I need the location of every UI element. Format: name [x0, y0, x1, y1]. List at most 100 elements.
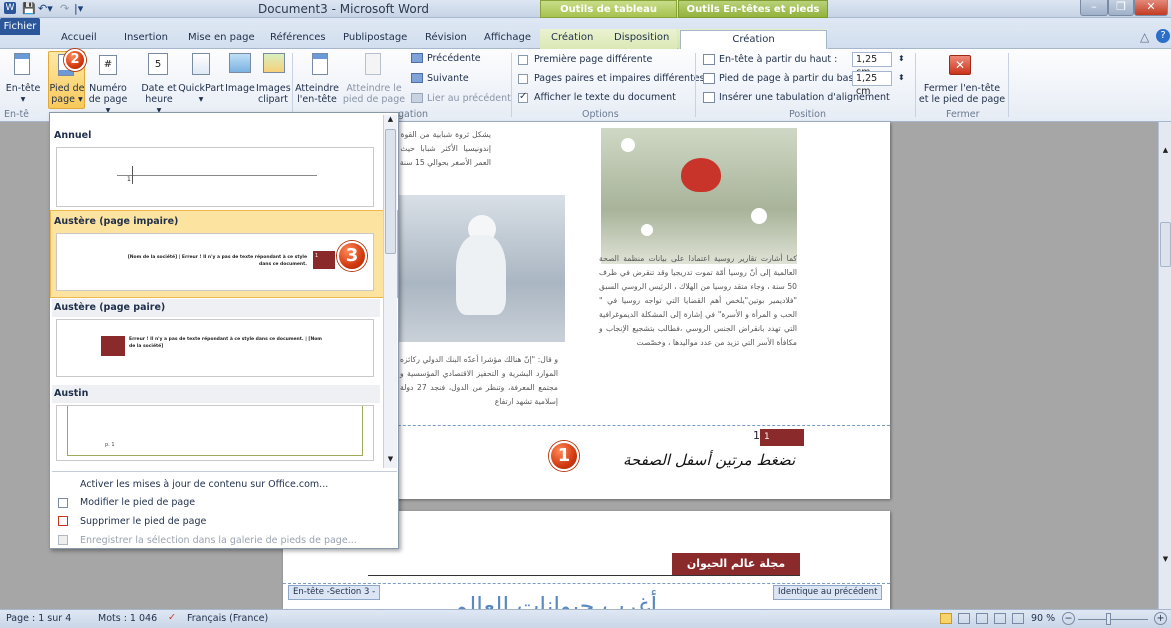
ribbon-tabs: Fichier Accueil Insertion Mise en page R…	[0, 18, 1171, 49]
quickpart-button[interactable]: QuickPart ▾	[178, 83, 224, 105]
tab-affichage[interactable]: Affichage	[484, 32, 531, 43]
close-hf-button[interactable]: Fermer l'en-tête et le pied de page	[918, 83, 1006, 105]
draft-icon[interactable]	[1012, 613, 1024, 624]
scroll-up-icon[interactable]: ▲	[385, 115, 396, 127]
previous-button[interactable]: Précédente	[427, 53, 481, 64]
zoom-out-icon[interactable]: −	[1062, 612, 1075, 625]
arctic-fox-image[interactable]	[398, 195, 565, 342]
web-layout-icon[interactable]	[976, 613, 988, 624]
tab-references[interactable]: Références	[270, 32, 326, 43]
outline-icon[interactable]	[994, 613, 1006, 624]
header-top-icon	[703, 54, 715, 65]
header-top-input[interactable]: 1,25 cm	[852, 52, 892, 78]
header-boundary	[283, 583, 890, 584]
step-badge-3: 3	[337, 241, 367, 271]
next-icon	[411, 73, 423, 83]
thumb-number: 1	[127, 176, 131, 183]
footer-button[interactable]: Pied de page ▾	[47, 83, 87, 105]
undo-icon[interactable]: ↶▾	[38, 2, 53, 15]
odd-even-checkbox[interactable]	[518, 74, 528, 84]
ribbon-separator	[695, 53, 696, 117]
menu-edit-footer[interactable]: Modifier le pied de page	[52, 493, 397, 512]
redo-icon[interactable]: ↷	[60, 2, 69, 15]
document-vertical-scrollbar[interactable]: ▲ ▼	[1158, 122, 1171, 609]
tab-creation-header-footer[interactable]: Création	[680, 30, 827, 49]
restore-button[interactable]: ❐	[1108, 0, 1134, 16]
group-close-label: Fermer	[946, 109, 980, 120]
clipart-icon	[263, 53, 285, 73]
proofing-icon[interactable]: ✓	[168, 612, 176, 623]
footer-bottom-input[interactable]: 1,25 cm	[852, 71, 892, 97]
menu-update-office[interactable]: Activer les mises à jour de contenu sur …	[52, 475, 397, 494]
gallery-item-austin[interactable]: p. 1	[56, 405, 374, 461]
footer-bottom-spinner[interactable]: ⬍	[898, 72, 905, 83]
goto-header-button[interactable]: Atteindre l'en-tête	[294, 83, 340, 105]
link-icon	[411, 93, 423, 103]
menu-save-to-gallery[interactable]: Enregistrer la sélection dans la galerie…	[52, 531, 397, 550]
menu-delete-footer[interactable]: Supprimer le pied de page	[52, 512, 397, 531]
thumb-text: p. 1	[105, 442, 115, 448]
tab-disposition[interactable]: Disposition	[614, 32, 669, 43]
goto-footer-button[interactable]: Atteindre le pied de page	[340, 83, 408, 105]
show-doc-text-checkbox[interactable]	[518, 91, 528, 103]
minimize-ribbon-icon[interactable]: △	[1140, 30, 1149, 44]
header-doc-icon	[14, 53, 30, 75]
gallery-item-austere-odd[interactable]: [Nom de la société] | Erreur ! Il n'y a …	[56, 233, 374, 291]
help-icon[interactable]: ?	[1156, 29, 1170, 43]
same-as-previous-label: Identique au précédent	[773, 585, 883, 600]
word-logo-icon[interactable]: W	[4, 2, 16, 14]
next-button[interactable]: Suivante	[427, 73, 469, 84]
zoom-level[interactable]: 90 %	[1031, 613, 1055, 624]
page-count[interactable]: Page : 1 sur 4	[6, 613, 71, 624]
header-button[interactable]: En-tête ▾	[0, 83, 46, 105]
full-screen-icon[interactable]	[958, 613, 970, 624]
zoom-in-icon[interactable]: +	[1154, 612, 1167, 625]
align-tab-button[interactable]: Insérer une tabulation d'alignement	[719, 92, 890, 103]
ribbon-separator	[511, 53, 512, 117]
footer-gallery-dropdown[interactable]: Annuel 1 Austère (page impaire) [Nom de …	[49, 112, 399, 549]
tab-revision[interactable]: Révision	[425, 32, 467, 43]
customize-qat-icon[interactable]: |▾	[74, 2, 83, 15]
first-page-checkbox[interactable]	[518, 55, 528, 65]
word-count[interactable]: Mots : 1 046	[98, 613, 157, 624]
print-layout-icon[interactable]	[940, 613, 952, 624]
tab-creation-table[interactable]: Création	[551, 32, 593, 43]
blossom	[641, 224, 653, 236]
zoom-slider-thumb[interactable]	[1106, 613, 1111, 625]
link-previous-button[interactable]: Lier au précédent	[427, 93, 511, 104]
scroll-down-icon[interactable]: ▼	[385, 455, 396, 467]
tab-mise-en-page[interactable]: Mise en page	[188, 32, 255, 43]
tab-accueil[interactable]: Accueil	[61, 32, 97, 43]
scroll-down-icon[interactable]: ▼	[1160, 555, 1171, 565]
language[interactable]: Français (France)	[187, 613, 268, 624]
tab-publipostage[interactable]: Publipostage	[343, 32, 407, 43]
clipart-button[interactable]: Images clipart	[256, 83, 291, 105]
cardinal-bird-image[interactable]	[601, 128, 797, 264]
gallery-item-austere-even[interactable]: Erreur ! Il n'y a pas de texte répondant…	[56, 319, 374, 377]
close-window-button[interactable]: ✕	[1134, 0, 1168, 16]
paragraph-3: و قال: "إنّ هنالك مؤشرا أعدّه البنك الدو…	[400, 355, 558, 406]
header-top-spinner[interactable]: ⬍	[898, 53, 905, 64]
image-button[interactable]: Image	[224, 83, 256, 94]
page-number-button-label: Numéro de page	[88, 83, 128, 105]
tab-insertion[interactable]: Insertion	[124, 32, 168, 43]
step-badge-2: 2	[64, 49, 86, 71]
tab-fichier[interactable]: Fichier	[0, 18, 40, 35]
gallery-item-annuel[interactable]: 1	[56, 147, 374, 207]
group-insert-label: En-tê	[4, 109, 30, 120]
gallery-scrollbar[interactable]: ▲ ▼	[383, 115, 397, 468]
page2-big-title: أغرب حيوانات العالم	[453, 592, 658, 609]
minimize-button[interactable]: –	[1080, 0, 1108, 16]
quickpart-icon	[192, 53, 210, 75]
group-navigation-label: gation	[398, 109, 429, 120]
scroll-thumb[interactable]	[385, 129, 396, 254]
align-tab-icon	[703, 92, 715, 103]
scroll-thumb[interactable]	[1160, 222, 1171, 267]
scroll-up-icon[interactable]: ▲	[1160, 146, 1171, 156]
header-top-label: En-tête à partir du haut :	[719, 54, 838, 65]
save-icon[interactable]: 💾	[22, 2, 36, 15]
zoom-slider[interactable]	[1078, 619, 1148, 620]
footer-bottom-label: Pied de page à partir du bas :	[719, 73, 860, 84]
footer-page-number-box: 1	[760, 429, 804, 446]
first-page-label: Première page différente	[534, 54, 653, 65]
